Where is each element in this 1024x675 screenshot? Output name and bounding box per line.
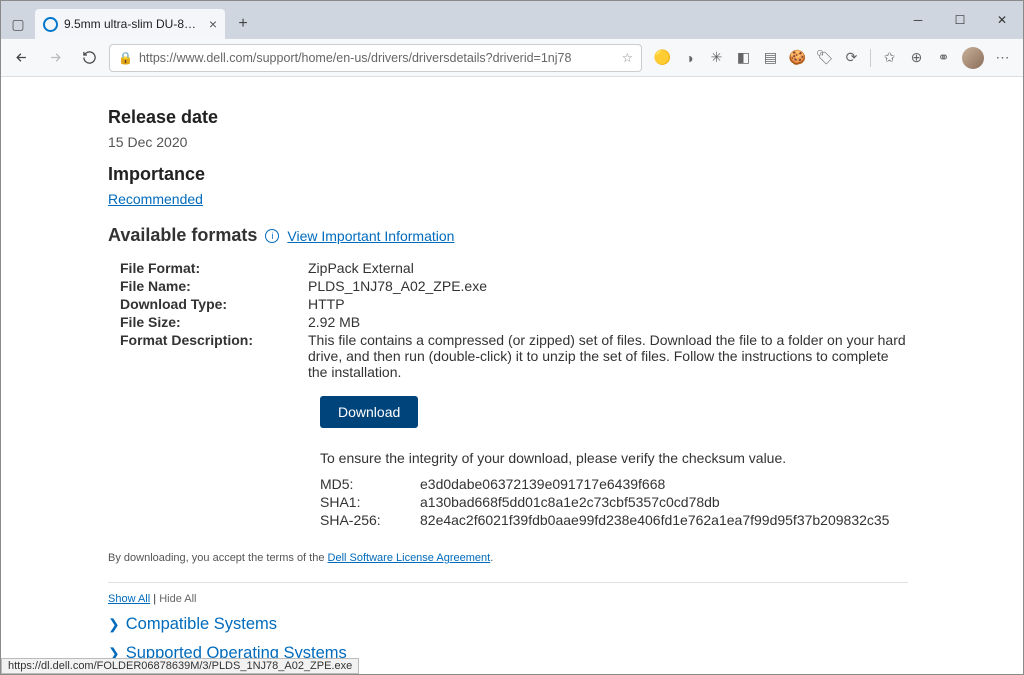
url-text: https://www.dell.com/support/home/en-us/… <box>139 51 616 65</box>
profile-avatar[interactable] <box>962 47 984 69</box>
url-input[interactable]: 🔒 https://www.dell.com/support/home/en-u… <box>109 44 642 72</box>
page-content: Release date 15 Dec 2020 Importance Reco… <box>1 77 1023 674</box>
format-description-value: This file contains a compressed (or zipp… <box>308 332 908 380</box>
release-date-heading: Release date <box>108 107 908 128</box>
browser-window: ▢ 9.5mm ultra-slim DU-8A5LH FW × + ─ ☐ ✕… <box>0 0 1024 675</box>
download-type-value: HTTP <box>308 296 908 312</box>
status-bar-hover-url: https://dl.dell.com/FOLDER06878639M/3/PL… <box>1 658 359 674</box>
tab-actions-icon[interactable]: ▢ <box>1 9 35 39</box>
favorite-star-icon[interactable]: ☆ <box>622 50 633 65</box>
tab-close-icon[interactable]: × <box>209 16 217 32</box>
nav-forward-button <box>41 44 69 72</box>
extension-icons: 🟡 ◑ ✳ ◧ ▤ 🍪 🏷 ⟳ ✩ ⊕ ⚭ ⋯ <box>648 47 1017 69</box>
extension-icon[interactable]: ⚭ <box>935 49 952 66</box>
file-format-label: File Format: <box>108 260 308 276</box>
chevron-right-icon: ❯ <box>108 616 120 633</box>
extension-icon[interactable]: ◧ <box>735 49 752 66</box>
extension-icon[interactable]: ▤ <box>762 49 779 66</box>
lock-icon: 🔒 <box>118 51 133 65</box>
file-format-value: ZipPack External <box>308 260 908 276</box>
checksum-intro: To ensure the integrity of your download… <box>320 450 908 466</box>
format-description-label: Format Description: <box>108 332 308 380</box>
file-size-label: File Size: <box>108 314 308 330</box>
view-important-info-link[interactable]: View Important Information <box>287 228 454 244</box>
sha1-label: SHA1: <box>320 494 420 510</box>
extension-icon[interactable]: ◑ <box>681 49 698 66</box>
hide-all-link[interactable]: Hide All <box>159 593 196 605</box>
dell-favicon-icon <box>43 17 58 32</box>
window-minimize-button[interactable]: ─ <box>897 5 939 35</box>
file-size-value: 2.92 MB <box>308 314 908 330</box>
window-close-button[interactable]: ✕ <box>981 5 1023 35</box>
browser-tab[interactable]: 9.5mm ultra-slim DU-8A5LH FW × <box>35 9 225 39</box>
collections-icon[interactable]: ⊕ <box>908 49 925 66</box>
license-agreement-line: By downloading, you accept the terms of … <box>108 552 908 564</box>
menu-icon[interactable]: ⋯ <box>994 49 1011 66</box>
extension-icon[interactable]: ✳ <box>708 49 725 66</box>
favorites-icon[interactable]: ✩ <box>881 49 898 66</box>
titlebar: ▢ 9.5mm ultra-slim DU-8A5LH FW × + ─ ☐ ✕ <box>1 1 1023 39</box>
release-date-value: 15 Dec 2020 <box>108 134 908 150</box>
nav-refresh-button[interactable] <box>75 44 103 72</box>
md5-label: MD5: <box>320 476 420 492</box>
extension-icon[interactable]: 🟡 <box>654 49 671 66</box>
info-icon: i <box>265 229 279 243</box>
show-all-link[interactable]: Show All <box>108 593 150 605</box>
nav-back-button[interactable] <box>7 44 35 72</box>
license-agreement-link[interactable]: Dell Software License Agreement <box>328 552 491 564</box>
importance-link[interactable]: Recommended <box>108 191 203 207</box>
extension-icon[interactable]: 🍪 <box>789 49 806 66</box>
sha256-value: 82e4ac2f6021f39fdb0aae99fd238e406fd1e762… <box>420 512 908 528</box>
separator <box>870 49 871 67</box>
file-name-value: PLDS_1NJ78_A02_ZPE.exe <box>308 278 908 294</box>
extension-icon[interactable]: ⟳ <box>843 49 860 66</box>
new-tab-button[interactable]: + <box>229 10 257 38</box>
download-button[interactable]: Download <box>320 396 418 428</box>
download-type-label: Download Type: <box>108 296 308 312</box>
extension-icon[interactable]: 🏷 <box>816 49 833 66</box>
file-name-label: File Name: <box>108 278 308 294</box>
md5-value: e3d0dabe06372139e091717e6439f668 <box>420 476 908 492</box>
accordion-compatible-systems[interactable]: ❯ Compatible Systems <box>108 615 908 634</box>
available-formats-heading: Available formats <box>108 225 257 246</box>
window-maximize-button[interactable]: ☐ <box>939 5 981 35</box>
show-hide-toggle: Show All | Hide All <box>108 593 908 605</box>
separator <box>108 582 908 583</box>
importance-heading: Importance <box>108 164 908 185</box>
address-bar: 🔒 https://www.dell.com/support/home/en-u… <box>1 39 1023 77</box>
sha1-value: a130bad668f5dd01c8a1e2c73cbf5357c0cd78db <box>420 494 908 510</box>
sha256-label: SHA-256: <box>320 512 420 528</box>
tab-title: 9.5mm ultra-slim DU-8A5LH FW <box>64 17 203 31</box>
